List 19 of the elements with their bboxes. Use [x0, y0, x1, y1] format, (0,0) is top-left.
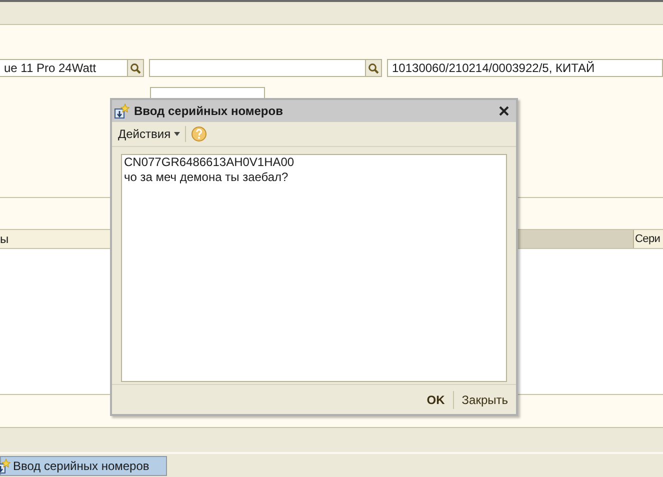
close-button[interactable]: Закрыть [462, 390, 508, 408]
close-icon[interactable] [499, 106, 509, 116]
caret-icon [174, 132, 180, 136]
input-field[interactable]: ue 11 Pro 24Watt [0, 59, 128, 77]
taskbar-button[interactable]: Ввод серийных номеров [0, 456, 167, 476]
input-field[interactable]: 10130060/210214/0003922/5, КИТАЙ [387, 59, 663, 77]
column-header[interactable]: Сери [633, 230, 663, 248]
input-field[interactable] [149, 59, 366, 77]
search-icon [130, 62, 141, 74]
text-area[interactable]: CN077GR6486613AH0V1HA00 чо за меч демона ты заебал? [121, 154, 507, 382]
column-header[interactable] [517, 230, 633, 248]
form-icon [114, 103, 130, 119]
actions-menu[interactable]: Действия [118, 125, 180, 143]
search-button[interactable] [128, 59, 144, 77]
search-icon [368, 62, 379, 74]
search-button[interactable] [366, 59, 382, 77]
dialog-title: Ввод серийных номеров [134, 103, 284, 120]
ok-button[interactable]: OK [426, 390, 445, 408]
help-icon[interactable] [190, 126, 207, 142]
